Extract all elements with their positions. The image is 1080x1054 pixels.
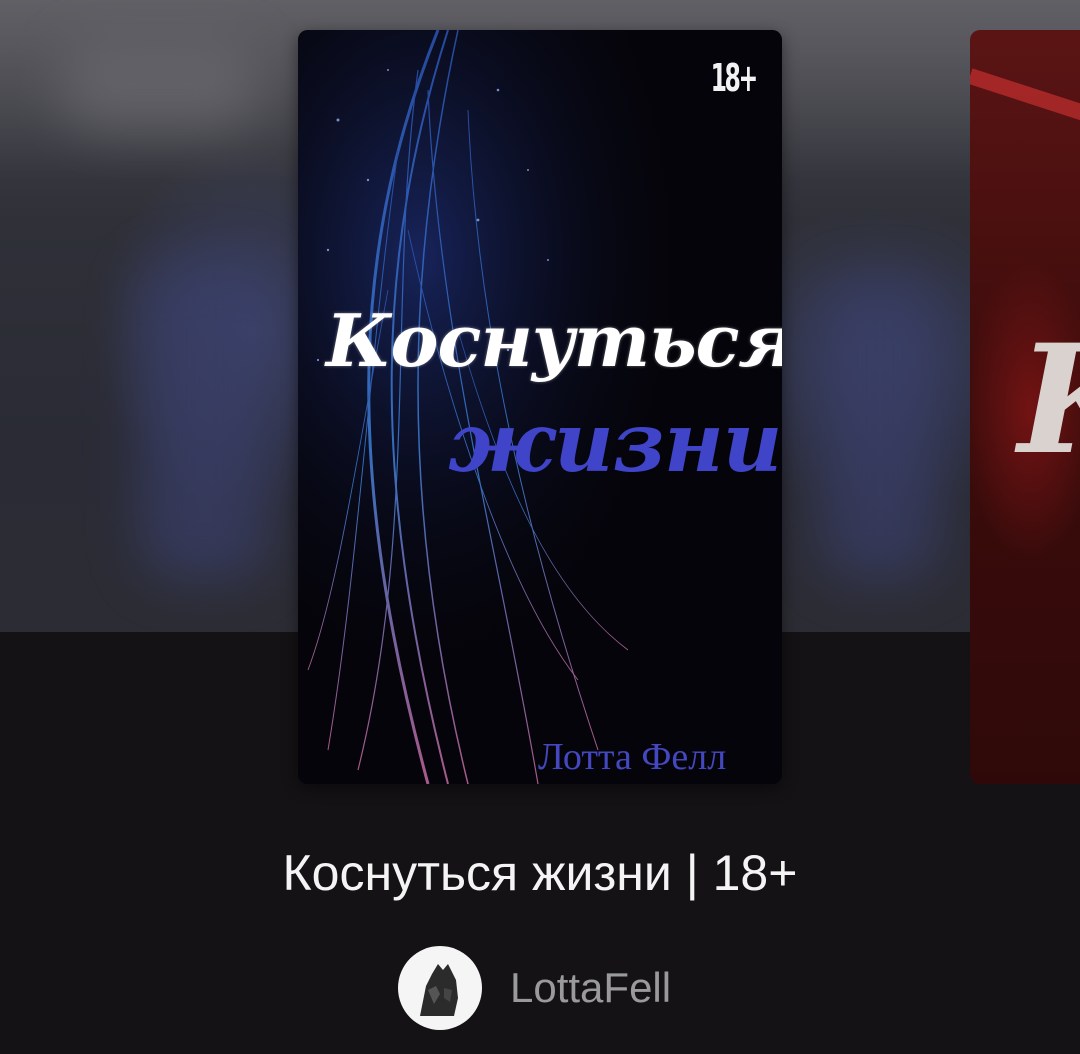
author-username[interactable]: LottaFell (510, 964, 671, 1012)
cover-title-line1: Коснуться (326, 298, 782, 383)
next-book-cover[interactable]: К (970, 30, 1080, 784)
cover-age-badge: 18+ (710, 56, 759, 100)
author-row[interactable]: LottaFell (398, 946, 671, 1030)
book-cover[interactable]: 18+ Коснуться жизни Лотта Фелл (298, 30, 782, 784)
book-title[interactable]: Коснуться жизни | 18+ (0, 842, 1080, 904)
cover-author-name: Лотта Фелл (538, 736, 727, 778)
wolf-avatar-icon[interactable] (398, 946, 482, 1030)
next-cover-art: К (1018, 325, 1080, 475)
next-cover-stripe (970, 68, 1080, 127)
cover-title-line2: жизни (448, 395, 782, 491)
